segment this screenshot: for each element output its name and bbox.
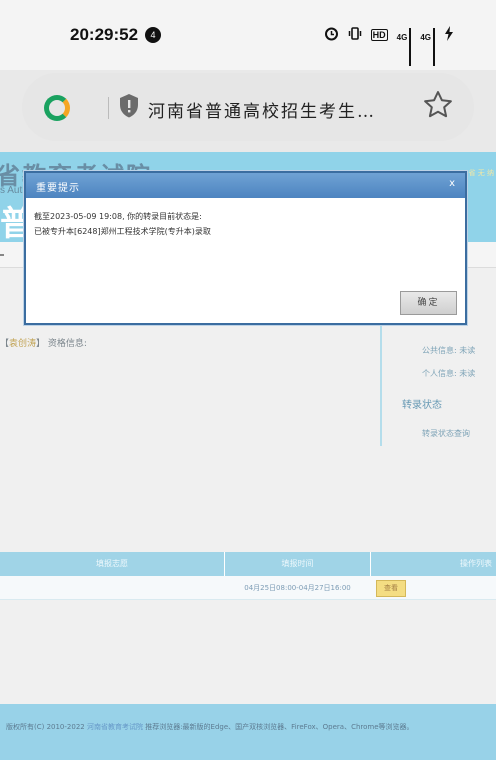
charging-icon	[444, 26, 454, 44]
signal-icon-1: 4G	[396, 28, 412, 66]
dialog-message: 截至2023-05-09 19:08, 你的转录目前状态是: 已被专升本[624…	[34, 209, 211, 239]
notification-badge: 4	[145, 27, 161, 43]
close-icon[interactable]: x	[449, 178, 455, 189]
browser-logo-icon[interactable]	[44, 95, 70, 121]
clock: 20:29:52	[70, 25, 139, 44]
dialog-title: 重要提示	[36, 183, 80, 194]
status-icons: HD 4G 4G	[324, 26, 454, 66]
status-bar: 20:29:52 4 HD 4G 4G	[0, 0, 496, 70]
signal-icon-2: 4G	[420, 28, 435, 66]
ok-button[interactable]: 确定	[400, 291, 457, 315]
network-type-2: 4G	[420, 33, 431, 42]
dialog-line-1: 截至2023-05-09 19:08, 你的转录目前状态是:	[34, 212, 202, 221]
shield-icon[interactable]	[118, 93, 140, 119]
bookmark-star-icon[interactable]	[422, 89, 454, 121]
url-text[interactable]: 河南省普通高校招生考生…	[148, 97, 410, 122]
address-bar[interactable]: 河南省普通高校招生考生…	[22, 73, 474, 141]
alarm-icon	[324, 26, 339, 44]
dialog-title-bar[interactable]: 重要提示 x	[26, 173, 465, 198]
dialog-line-2: 已被专升本[6248]郑州工程技术学院(专升本)录取	[34, 227, 211, 236]
network-type-1: 4G	[396, 33, 408, 42]
vibrate-icon	[348, 26, 362, 44]
hd-icon: HD	[370, 29, 388, 41]
address-divider	[108, 97, 109, 119]
important-notice-dialog: 重要提示 x 截至2023-05-09 19:08, 你的转录目前状态是: 已被…	[24, 171, 467, 325]
